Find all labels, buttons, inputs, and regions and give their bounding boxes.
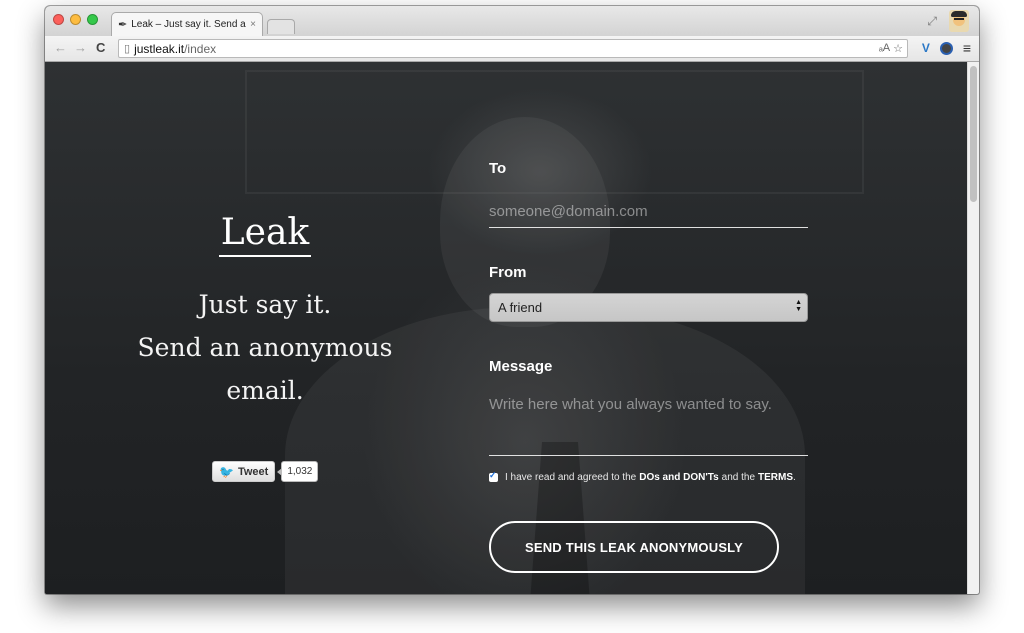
select-arrows-icon: ▲ ▼ [795,299,802,313]
to-email-input[interactable] [489,195,808,228]
tagline: Just say it. Send an anonymous email. [105,283,425,412]
send-leak-button[interactable]: SEND THIS LEAK ANONYMOUSLY [489,521,779,573]
window-controls [53,14,98,25]
close-window-button[interactable] [53,14,64,25]
zoom-window-button[interactable] [87,14,98,25]
agree-text: I have read and agreed to the [505,472,637,483]
url-path: /index [184,41,217,56]
scrollbar-thumb[interactable] [970,66,977,202]
tab-close-icon[interactable]: × [250,19,256,30]
browser-tab[interactable]: ✒ Leak – Just say it. Send an × [111,12,263,36]
agree-period: . [793,472,796,483]
hero-section: Leak Just say it. Send an anonymous emai… [105,212,425,412]
tagline-line-1: Just say it. [198,290,332,320]
terms-link[interactable]: TERMS [758,472,793,483]
address-bar[interactable]: ▯ justleak.it/index ₐA ☆ [118,39,908,58]
title-bar: ✒ Leak – Just say it. Send an × ⤢ [45,6,979,36]
forward-arrow-icon[interactable]: → [74,40,87,55]
tweet-label: Tweet [237,465,269,478]
titlebar-right: ⤢ [927,10,969,32]
tagline-line-3: email. [226,376,304,406]
menu-icon[interactable]: ≡ [963,40,971,56]
terms-checkbox[interactable] [489,470,498,482]
twitter-bird-icon: 🐦 [219,464,234,479]
extension-circle-icon[interactable] [939,41,953,55]
tweet-count[interactable]: 1,032 [277,461,319,482]
new-tab-button[interactable] [267,19,295,34]
tab-title: Leak – Just say it. Send an [131,19,247,30]
quill-icon: ✒ [118,19,128,31]
page-icon: ▯ [124,43,131,55]
extension-icons: V ≡ [922,40,971,56]
vertical-scrollbar[interactable] [967,62,979,594]
from-selected-value: A friend [498,300,543,315]
tweet-button[interactable]: 🐦 Tweet [212,461,276,482]
dos-and-donts-link[interactable]: DOs and DON'Ts [639,472,718,483]
tagline-line-2: Send an anonymous [137,333,393,363]
from-label: From [489,264,527,281]
omnibox-actions: ₐA ☆ [879,42,903,55]
extension-v-icon[interactable]: V [922,41,930,55]
leak-form: To From A friend ▲▼ Message I have read … [489,160,809,573]
message-label: Message [489,358,553,375]
from-select[interactable]: A friend ▲ ▼ [489,293,808,322]
browser-window: ✒ Leak – Just say it. Send an × ⤢ ← → C … [45,6,979,594]
translate-icon[interactable]: ₐA [879,42,890,55]
message-textarea[interactable] [489,393,808,456]
back-arrow-icon[interactable]: ← [54,40,67,55]
browser-toolbar: ← → C ▯ justleak.it/index ₐA ☆ V ≡ [45,36,979,62]
profile-avatar[interactable] [949,10,969,32]
to-label: To [489,160,507,177]
reload-icon[interactable]: C [96,40,105,55]
agree-and-text: and the [721,472,756,483]
minimize-window-button[interactable] [70,14,81,25]
page-viewport: Leak Just say it. Send an anonymous emai… [45,62,979,594]
terms-agreement: I have read and agreed to the DOs and DO… [489,470,809,483]
logo-link[interactable]: Leak [218,212,312,258]
tweet-widget: 🐦 Tweet 1,032 [212,461,319,482]
url-host: justleak.it [134,41,185,56]
star-icon[interactable]: ☆ [893,42,903,55]
fullscreen-icon[interactable]: ⤢ [927,14,937,29]
